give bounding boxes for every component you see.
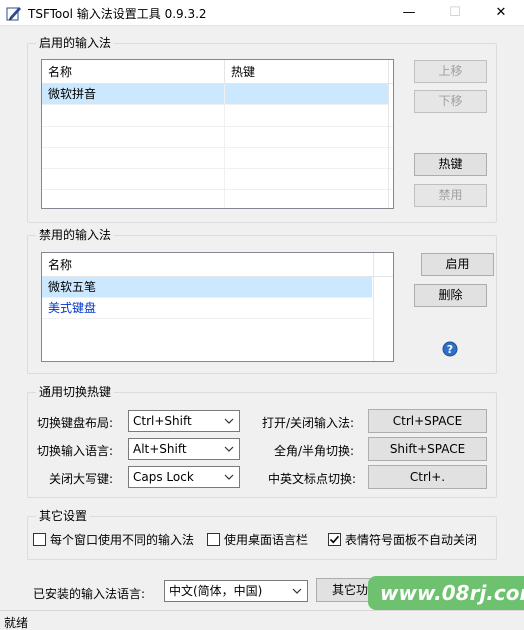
checkbox-box[interactable] xyxy=(328,533,341,546)
status-bar: 就绪 xyxy=(0,610,524,630)
close-capslock-value: Caps Lock xyxy=(133,470,194,484)
enabled-ime-list-header: 名称 热键 xyxy=(42,60,393,84)
toggle-ime-hotkey-button[interactable]: Ctrl+SPACE xyxy=(368,409,487,433)
installed-language-label: 已安装的输入法语言: xyxy=(33,587,146,601)
enabled-ime-name: 微软拼音 xyxy=(48,87,97,101)
fullwidth-toggle-hotkey-button[interactable]: Shift+SPACE xyxy=(368,437,487,461)
emoji-panel-checkbox[interactable]: 表情符号面板不自动关闭 xyxy=(328,533,477,547)
close-capslock-select[interactable]: Caps Lock xyxy=(128,466,240,488)
desktop-langbar-checkbox[interactable]: 使用桌面语言栏 xyxy=(207,533,308,547)
grid-line xyxy=(42,147,393,148)
close-button[interactable]: ✕ xyxy=(478,0,524,26)
column-header-name[interactable]: 名称 xyxy=(42,60,225,84)
switch-layout-select[interactable]: Ctrl+Shift xyxy=(128,410,240,432)
list-scroll-divider xyxy=(388,60,389,208)
move-down-button[interactable]: 下移 xyxy=(414,90,487,113)
enabled-ime-legend: 启用的输入法 xyxy=(36,35,115,51)
svg-text:?: ? xyxy=(447,343,453,356)
window-title: TSFTool 输入法设置工具 0.9.3.2 xyxy=(28,7,207,21)
close-capslock-label: 关闭大写键: xyxy=(49,472,114,486)
grid-line xyxy=(42,168,393,169)
status-text: 就绪 xyxy=(4,616,29,630)
switch-layout-label: 切换键盘布局: xyxy=(37,416,114,430)
disabled-ime-row[interactable]: 微软五笔 xyxy=(42,277,372,298)
delete-button[interactable]: 删除 xyxy=(414,284,487,307)
checkmark-icon xyxy=(329,535,340,544)
move-up-button[interactable]: 上移 xyxy=(414,60,487,83)
hotkey-button[interactable]: 热键 xyxy=(414,153,487,176)
chevron-down-icon xyxy=(224,418,234,424)
grid-line xyxy=(42,189,393,190)
checkbox-box[interactable] xyxy=(33,533,46,546)
disabled-ime-row[interactable]: 美式键盘 xyxy=(42,298,372,319)
hotkeys-legend: 通用切换热键 xyxy=(36,384,115,400)
grid-line xyxy=(42,126,393,127)
chevron-down-icon xyxy=(292,588,302,594)
switch-language-select[interactable]: Alt+Shift xyxy=(128,438,240,460)
desktop-langbar-label: 使用桌面语言栏 xyxy=(224,533,309,547)
switch-layout-value: Ctrl+Shift xyxy=(133,414,192,428)
disabled-ime-list[interactable]: 名称 微软五笔 美式键盘 xyxy=(41,252,394,362)
chevron-down-icon xyxy=(224,446,234,452)
title-bar: TSFTool 输入法设置工具 0.9.3.2 — ☐ ✕ xyxy=(0,0,524,26)
list-scroll-divider xyxy=(373,253,374,361)
per-window-ime-checkbox[interactable]: 每个窗口使用不同的输入法 xyxy=(33,533,194,547)
watermark-logo: www.08rj.com xyxy=(368,576,524,610)
column-header-hotkey[interactable]: 热键 xyxy=(225,60,393,84)
disabled-ime-name: 美式键盘 xyxy=(48,301,97,315)
help-icon[interactable]: ? xyxy=(442,341,458,357)
punctuation-toggle-label: 中英文标点切换: xyxy=(268,472,357,486)
switch-language-label: 切换输入语言: xyxy=(37,444,114,458)
enabled-ime-row[interactable]: 微软拼音 xyxy=(42,84,388,105)
other-settings-legend: 其它设置 xyxy=(36,508,91,524)
checkbox-box[interactable] xyxy=(207,533,220,546)
app-pen-icon xyxy=(6,7,21,21)
column-header-name[interactable]: 名称 xyxy=(42,253,372,277)
installed-language-select[interactable]: 中文(简体，中国) xyxy=(164,580,308,602)
installed-language-value: 中文(简体，中国) xyxy=(169,584,263,598)
emoji-panel-label: 表情符号面板不自动关闭 xyxy=(345,533,478,547)
disabled-ime-name: 微软五笔 xyxy=(48,280,97,294)
toggle-ime-label: 打开/关闭输入法: xyxy=(262,416,355,430)
minimize-button[interactable]: — xyxy=(386,0,432,26)
disabled-ime-legend: 禁用的输入法 xyxy=(36,227,115,243)
disabled-ime-list-header: 名称 xyxy=(42,253,393,277)
enable-button[interactable]: 启用 xyxy=(421,253,494,276)
chevron-down-icon xyxy=(224,474,234,480)
maximize-button[interactable]: ☐ xyxy=(432,0,478,26)
switch-language-value: Alt+Shift xyxy=(133,442,187,456)
fullwidth-toggle-label: 全角/半角切换: xyxy=(274,444,355,458)
disable-button[interactable]: 禁用 xyxy=(414,184,487,207)
punctuation-toggle-hotkey-button[interactable]: Ctrl+. xyxy=(368,465,487,489)
enabled-ime-list[interactable]: 名称 热键 微软拼音 xyxy=(41,59,394,209)
per-window-ime-label: 每个窗口使用不同的输入法 xyxy=(50,533,195,547)
enabled-ime-hotkey xyxy=(225,84,231,104)
